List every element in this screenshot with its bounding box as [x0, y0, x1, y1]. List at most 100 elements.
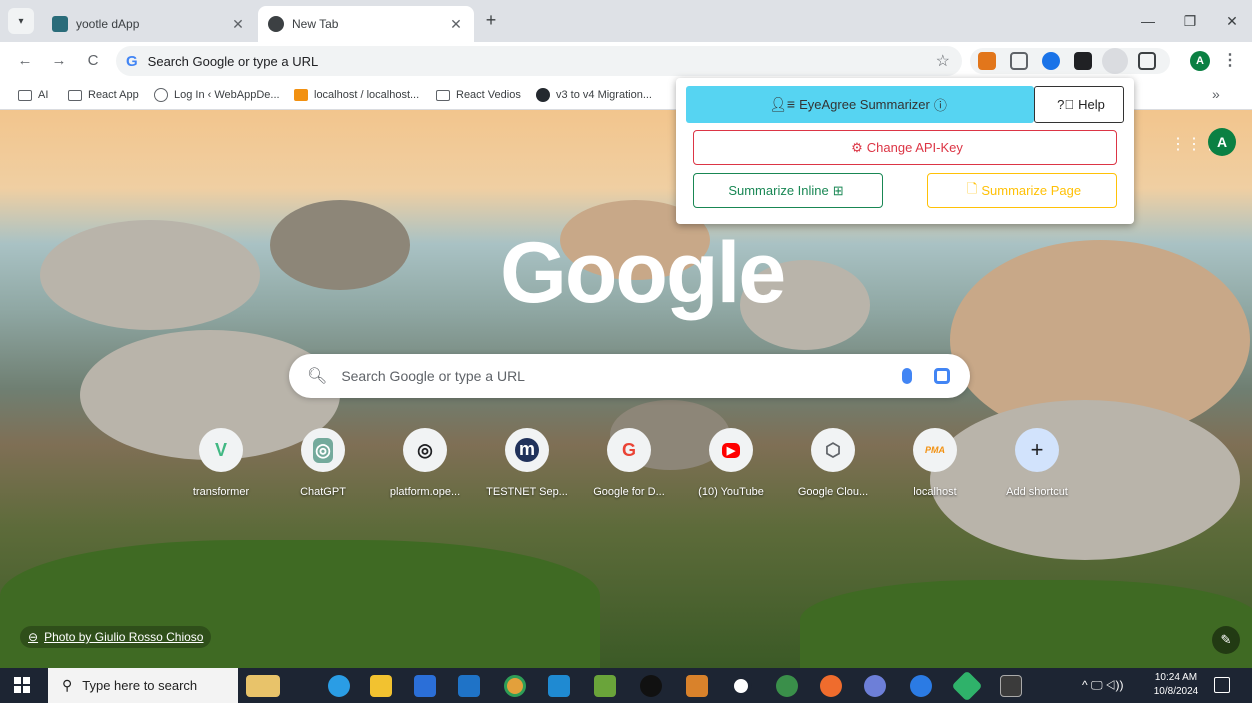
bookmark-label: localhost / localhost... — [314, 89, 420, 101]
shortcut-google-for-developers[interactable]: G Google for D... — [578, 428, 680, 508]
etherscan-icon: m — [505, 428, 549, 472]
photo-credit-text: Photo by Giulio Rosso Chioso — [44, 630, 204, 644]
close-icon[interactable]: ✕ — [230, 16, 246, 33]
app-dark-icon[interactable] — [640, 675, 662, 697]
help-button[interactable]: ?⃝ Help — [1034, 86, 1124, 123]
profile-avatar[interactable]: A — [1190, 51, 1210, 71]
tab-search-button[interactable]: ▾ — [8, 8, 34, 34]
background-rock — [270, 200, 410, 290]
clock-time: 10:24 AM — [1154, 672, 1198, 683]
bookmark-localhost[interactable]: localhost / localhost... — [294, 87, 419, 103]
shortcut-transformer[interactable]: V transformer — [170, 428, 272, 508]
postman-icon[interactable] — [820, 675, 842, 697]
photo-credit-link[interactable]: ⊖ Photo by Giulio Rosso Chioso — [20, 626, 212, 648]
google-lens-icon[interactable] — [934, 368, 950, 384]
notepad-icon[interactable] — [594, 675, 616, 697]
bookmark-ai[interactable]: AI — [18, 87, 48, 103]
widgets-icon[interactable] — [246, 675, 280, 697]
background-grass — [0, 540, 600, 668]
ntp-profile-avatar[interactable]: A — [1208, 128, 1236, 156]
summarize-page-button[interactable]: 🗋 Summarize Page — [927, 173, 1117, 208]
tab-new-tab[interactable]: New Tab ✕ — [258, 6, 474, 42]
link-icon: ⊖ — [28, 630, 39, 644]
windows-start-icon[interactable] — [14, 677, 30, 693]
drop-extension-icon[interactable] — [1042, 52, 1060, 70]
terminal-icon[interactable] — [1000, 675, 1022, 697]
ntp-search-placeholder: Search Google or type a URL — [341, 368, 525, 384]
summarize-inline-button[interactable]: Summarize Inline ⊞ — [693, 173, 883, 208]
summarizer-title-button[interactable]: 👤︎≡ EyeAgree Summarizer ⓘ — [686, 86, 1034, 123]
system-tray[interactable]: ^ 🖵 ◁)) — [1082, 678, 1123, 693]
bookmark-label: React Vedios — [456, 89, 521, 101]
bookmark-star-icon[interactable]: ☆ — [936, 51, 950, 71]
vscode-icon[interactable] — [548, 675, 570, 697]
shortcut-localhost[interactable]: PMA localhost — [884, 428, 986, 508]
windows-taskbar: ⚲ Type here to search ^ 🖵 ◁)) 10:24 AM 1… — [0, 668, 1252, 703]
bookmarks-overflow-button[interactable]: » — [1212, 86, 1220, 102]
gear-icon: ⚙ — [851, 139, 863, 155]
bookmark-v3-v4-migration[interactable]: v3 to v4 Migration... — [536, 87, 652, 103]
shortcut-label: transformer — [192, 486, 250, 498]
earth-app-icon[interactable] — [910, 675, 932, 697]
notification-icon[interactable] — [1214, 677, 1230, 693]
address-bar[interactable]: G Search Google or type a URL ☆ — [116, 46, 962, 76]
chrome-icon[interactable] — [504, 675, 526, 697]
taskbar-search-box[interactable]: ⚲ Type here to search — [48, 668, 238, 703]
eyeagree-extension-icon[interactable] — [1102, 48, 1128, 74]
google-g-icon: G — [126, 52, 138, 70]
editor-extension-icon[interactable] — [1074, 52, 1092, 70]
forward-arrow-icon[interactable]: → — [48, 50, 70, 72]
youtube-icon: ▶ — [709, 428, 753, 472]
new-tab-button[interactable]: + — [480, 9, 502, 31]
shortcut-youtube[interactable]: ▶ (10) YouTube — [680, 428, 782, 508]
file-explorer-icon[interactable] — [370, 675, 392, 697]
bookmark-react-vedios[interactable]: React Vedios — [436, 87, 521, 103]
store-icon[interactable] — [414, 675, 436, 697]
add-shortcut-button[interactable]: + Add shortcut — [986, 428, 1088, 508]
r-app-icon[interactable] — [864, 675, 886, 697]
bookmark-login-webappde[interactable]: Log In ‹ WebAppDe... — [154, 87, 280, 103]
diamond-app-icon[interactable] — [951, 670, 983, 702]
box-app-icon[interactable] — [686, 675, 708, 697]
metamask-icon[interactable] — [978, 52, 996, 70]
chrome-favicon-icon — [268, 16, 284, 32]
puzzle-icon[interactable] — [1138, 52, 1156, 70]
change-api-key-label: Change API-Key — [866, 140, 963, 155]
background-rock — [40, 220, 260, 330]
close-icon[interactable]: ✕ — [448, 16, 464, 33]
bookmark-label: React App — [88, 89, 139, 101]
minimize-button[interactable]: — — [1128, 8, 1168, 34]
yootle-favicon-icon — [52, 16, 68, 32]
taskbar-clock[interactable]: 10:24 AM 10/8/2024 — [1150, 671, 1202, 699]
shortcut-label: Google for D... — [593, 486, 665, 498]
close-window-button[interactable]: ✕ — [1212, 8, 1252, 34]
globe-icon — [154, 88, 168, 102]
bookmark-label: Log In ‹ WebAppDe... — [174, 89, 280, 101]
tab-yootle-dapp[interactable]: yootle dApp ✕ — [42, 6, 256, 42]
shortcut-google-cloud[interactable]: ⬡ Google Clou... — [782, 428, 884, 508]
change-api-key-button[interactable]: ⚙ Change API-Key — [693, 130, 1117, 165]
github-icon — [536, 88, 550, 102]
shortcut-chatgpt[interactable]: ◎ ChatGPT — [272, 428, 374, 508]
google-icon: G — [607, 428, 651, 472]
menu-kebab-icon[interactable]: ⋮ — [1222, 50, 1238, 70]
shortcut-label: localhost — [913, 486, 957, 498]
restore-button[interactable]: ❐ — [1170, 8, 1210, 34]
background-grass — [800, 580, 1252, 668]
customize-pencil-icon[interactable]: ✎ — [1212, 626, 1240, 654]
reload-icon[interactable]: C — [82, 50, 104, 72]
shortcut-platform-openai[interactable]: ◎ platform.ope... — [374, 428, 476, 508]
mail-icon[interactable] — [458, 675, 480, 697]
drop-app-icon[interactable] — [730, 675, 752, 697]
camera-icon[interactable] — [1010, 52, 1028, 70]
voice-search-icon[interactable] — [902, 368, 912, 384]
hs-app-icon[interactable] — [776, 675, 798, 697]
shortcut-label: ChatGPT — [300, 486, 346, 498]
shortcut-testnet[interactable]: m TESTNET Sep... — [476, 428, 578, 508]
back-arrow-icon[interactable]: ← — [14, 50, 36, 72]
address-bar-text: Search Google or type a URL — [147, 53, 319, 69]
eyeagree-popup: 👤︎≡ EyeAgree Summarizer ⓘ ?⃝ Help ⚙ Chan… — [676, 78, 1134, 224]
edge-icon[interactable] — [328, 675, 350, 697]
bookmark-react-app[interactable]: React App — [68, 87, 139, 103]
ntp-search-box[interactable]: 🔍︎ Search Google or type a URL — [289, 354, 970, 398]
